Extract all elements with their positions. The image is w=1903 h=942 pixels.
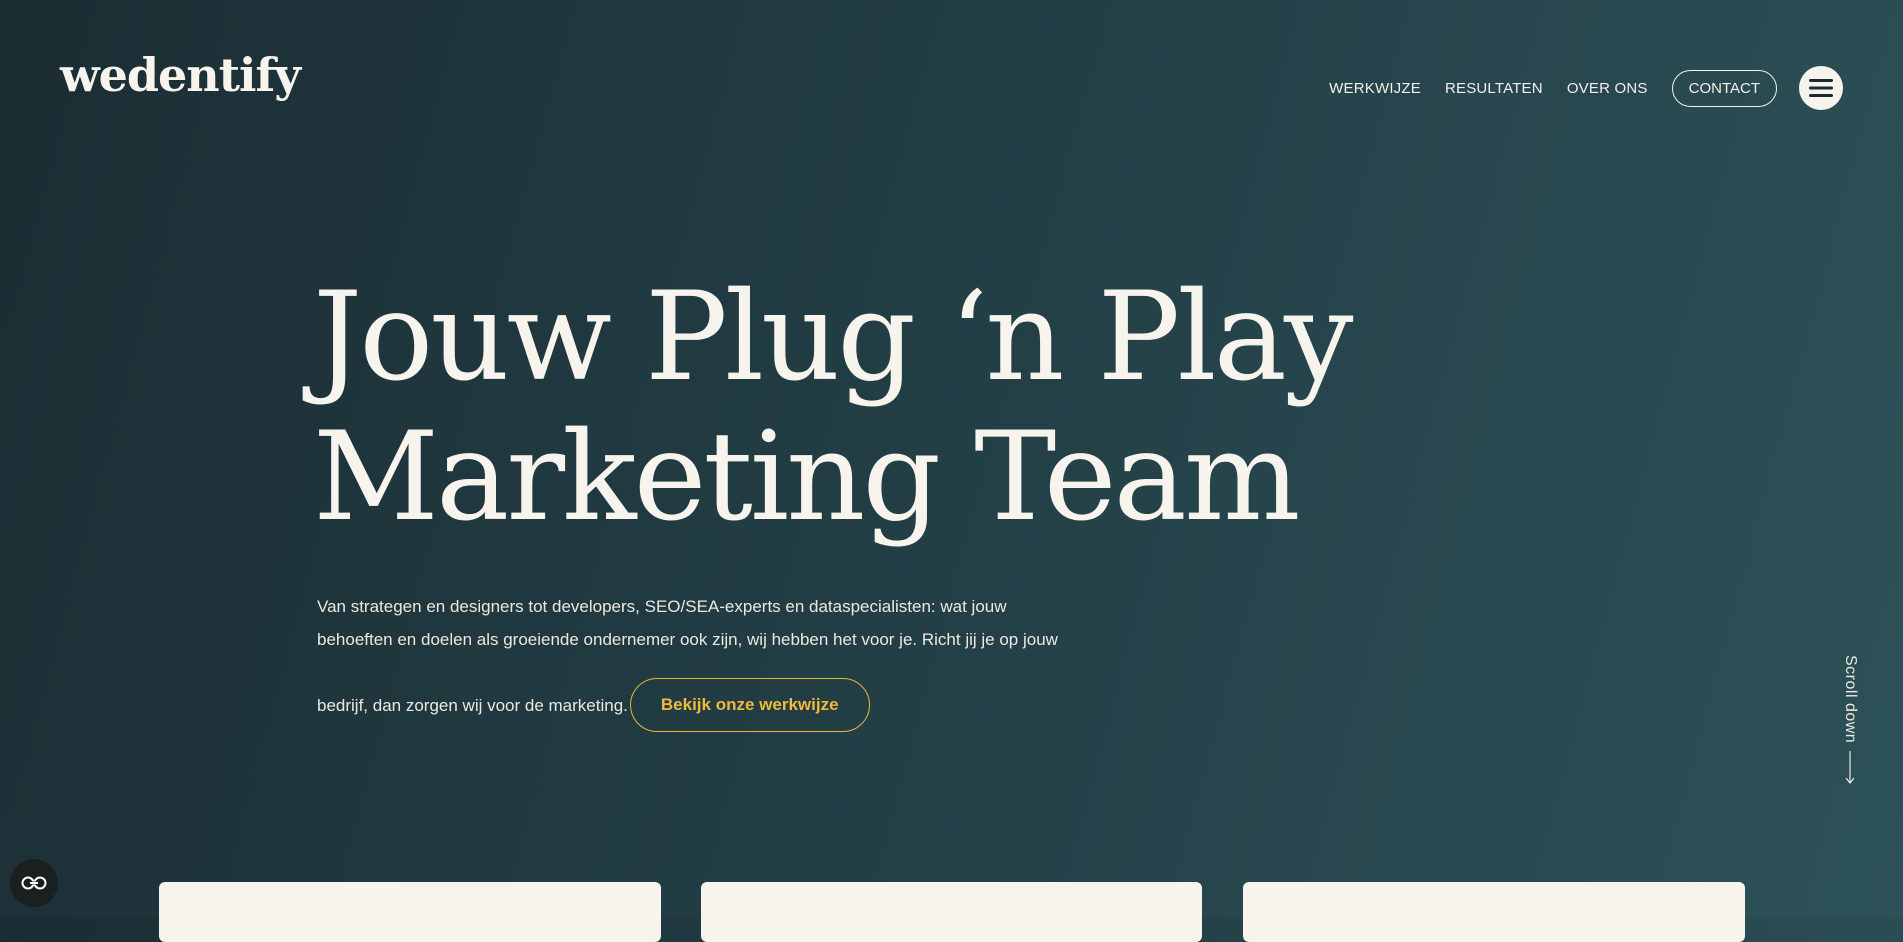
hamburger-icon [1809,79,1833,97]
accessibility-button[interactable] [10,859,58,907]
contact-button[interactable]: CONTACT [1671,69,1777,107]
feature-card-3 [1243,882,1745,942]
nav-item-over-ons[interactable]: OVER ONS [1567,80,1648,97]
nav-item-werkwijze[interactable]: WERKWIJZE [1329,80,1421,97]
hero-title: Jouw Plug ‘n Play Marketing Team [313,266,1353,549]
hero-title-line-2: Marketing Team [313,406,1300,549]
nav-item-resultaten[interactable]: RESULTATEN [1445,80,1543,97]
hero-text-line-2: behoeften en doelen als groeiende ondern… [317,630,1058,649]
arrow-down-icon [1845,751,1855,785]
feature-card-1 [159,882,661,942]
hero-text-line-3-row: bedrijf, dan zorgen wij voor de marketin… [317,678,1097,732]
logo[interactable]: wedentify [60,52,301,98]
hero-description: Van strategen en designers tot developer… [317,590,1097,732]
hero-title-line-1: Jouw Plug ‘n Play [313,266,1353,409]
hero-text-line-1: Van strategen en designers tot developer… [317,597,1007,616]
scroll-down-label: Scroll down [1842,655,1859,744]
werkwijze-cta-button[interactable]: Bekijk onze werkwijze [629,678,870,732]
accessibility-icon [21,876,47,890]
scroll-down-link[interactable]: Scroll down [1832,655,1868,785]
main-nav: WERKWIJZE RESULTATEN OVER ONS CONTACT [1329,66,1843,110]
hero-text-line-3: bedrijf, dan zorgen wij voor de marketin… [317,695,628,715]
menu-button[interactable] [1799,66,1843,110]
feature-card-2 [701,882,1202,942]
